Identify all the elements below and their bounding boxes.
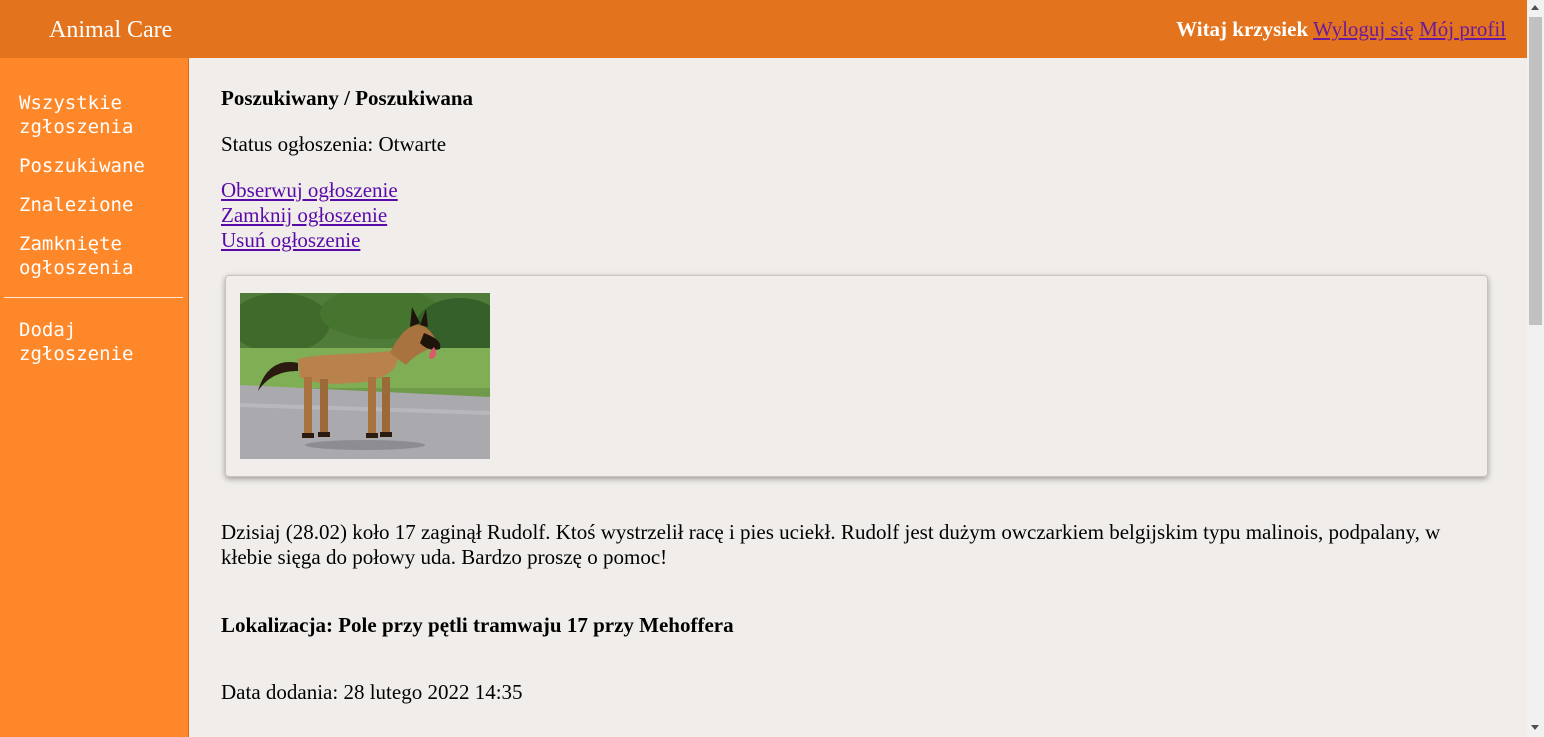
watch-listing-link[interactable]: Obserwuj ogłoszenie bbox=[221, 178, 398, 203]
dog-photo-icon[interactable] bbox=[240, 293, 490, 459]
profile-link[interactable]: Mój profil bbox=[1419, 17, 1506, 41]
listing-location: Lokalizacja: Pole przy pętli tramwaju 17… bbox=[221, 613, 734, 637]
sidebar-divider bbox=[4, 297, 183, 298]
logout-link[interactable]: Wyloguj się bbox=[1313, 17, 1414, 41]
scrollbar-thumb[interactable] bbox=[1529, 17, 1542, 325]
user-menu: Witaj krzysiek Wyloguj się Mój profil bbox=[1176, 16, 1506, 42]
sidebar-item-all-reports[interactable]: Wszystkie zgłoszenia bbox=[19, 91, 169, 139]
scroll-down-icon[interactable] bbox=[1531, 725, 1539, 730]
sidebar-item-add-report[interactable]: Dodaj zgłoszenie bbox=[19, 318, 169, 366]
listing-heading: Poszukiwany / Poszukiwana bbox=[221, 86, 474, 110]
listing-date-added: Data dodania: 28 lutego 2022 14:35 bbox=[221, 680, 523, 704]
delete-listing-link[interactable]: Usuń ogłoszenie bbox=[221, 228, 398, 253]
sidebar-item-closed[interactable]: Zamknięte ogłoszenia bbox=[19, 232, 169, 280]
app-title: Animal Care bbox=[49, 17, 173, 43]
close-listing-link[interactable]: Zamknij ogłoszenie bbox=[221, 203, 398, 228]
top-header: Animal Care Witaj krzysiek Wyloguj się M… bbox=[0, 0, 1527, 58]
sidebar: Wszystkie zgłoszenia Poszukiwane Znalezi… bbox=[0, 58, 189, 737]
welcome-text: Witaj krzysiek bbox=[1176, 17, 1309, 41]
scroll-up-icon[interactable] bbox=[1531, 5, 1539, 10]
listing-actions: Obserwuj ogłoszenie Zamknij ogłoszenie U… bbox=[221, 178, 398, 253]
sidebar-item-wanted[interactable]: Poszukiwane bbox=[19, 154, 169, 178]
page-scrollbar[interactable] bbox=[1527, 0, 1544, 737]
listing-content: Poszukiwany / Poszukiwana Status ogłosze… bbox=[190, 58, 1527, 737]
sidebar-item-found[interactable]: Znalezione bbox=[19, 193, 169, 217]
photo-gallery bbox=[225, 275, 1488, 477]
listing-description: Dzisiaj (28.02) koło 17 zaginął Rudolf. … bbox=[221, 520, 1441, 569]
listing-status: Status ogłoszenia: Otwarte bbox=[221, 132, 447, 156]
